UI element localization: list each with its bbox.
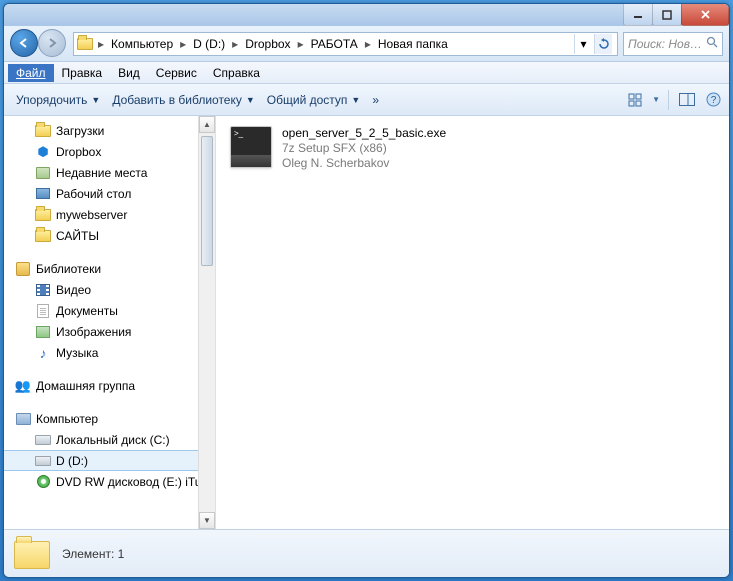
folder-icon — [77, 36, 93, 52]
tree-desktop[interactable]: Рабочий стол — [4, 183, 215, 204]
scroll-down-button[interactable]: ▼ — [199, 512, 215, 529]
share-button[interactable]: Общий доступ▼ — [261, 90, 367, 110]
chevron-right-icon[interactable]: ▸ — [229, 37, 241, 51]
explorer-window: ▸ Компьютер ▸ D (D:) ▸ Dropbox ▸ РАБОТА … — [3, 3, 730, 578]
search-icon — [706, 36, 718, 51]
preview-pane-button[interactable] — [677, 90, 697, 110]
forward-button[interactable] — [38, 29, 66, 57]
body-area: Загрузки ⬢Dropbox Недавние места Рабочий… — [4, 116, 729, 529]
chevron-right-icon[interactable]: ▸ — [177, 37, 189, 51]
tree-homegroup[interactable]: 👥Домашняя группа — [4, 375, 215, 396]
status-count: Элемент: 1 — [62, 547, 124, 561]
nav-buttons — [10, 29, 68, 59]
file-info: open_server_5_2_5_basic.exe 7z Setup SFX… — [282, 126, 446, 171]
crumb-newfolder[interactable]: Новая папка — [374, 33, 452, 55]
homegroup-icon: 👥 — [15, 378, 31, 394]
organize-button[interactable]: Упорядочить▼ — [10, 90, 106, 110]
tree-music[interactable]: ♪Музыка — [4, 342, 215, 363]
titlebar — [4, 4, 729, 26]
file-type: 7z Setup SFX (x86) — [282, 141, 446, 156]
tree-downloads[interactable]: Загрузки — [4, 120, 215, 141]
chevron-right-icon[interactable]: ▸ — [95, 37, 107, 51]
tree-recent[interactable]: Недавние места — [4, 162, 215, 183]
tree-documents[interactable]: Документы — [4, 300, 215, 321]
view-mode-button[interactable] — [626, 90, 646, 110]
status-bar: Элемент: 1 — [4, 529, 729, 577]
menu-bar: Файл Правка Вид Сервис Справка — [4, 62, 729, 84]
dropbox-icon: ⬢ — [37, 145, 48, 158]
tree-drive-d[interactable]: D (D:) — [4, 450, 215, 471]
file-list[interactable]: open_server_5_2_5_basic.exe 7z Setup SFX… — [216, 116, 729, 529]
close-button[interactable] — [681, 4, 729, 26]
scroll-thumb[interactable] — [201, 136, 213, 266]
scroll-up-button[interactable]: ▲ — [199, 116, 215, 133]
chevron-right-icon[interactable]: ▸ — [362, 37, 374, 51]
svg-text:?: ? — [710, 95, 716, 106]
search-input[interactable]: Поиск: Нов… — [623, 32, 723, 56]
crumb-rabota[interactable]: РАБОТА — [307, 33, 362, 55]
tree-dropbox[interactable]: ⬢Dropbox — [4, 141, 215, 162]
file-item[interactable]: open_server_5_2_5_basic.exe 7z Setup SFX… — [226, 122, 719, 175]
navigation-pane: Загрузки ⬢Dropbox Недавние места Рабочий… — [4, 116, 216, 529]
tree-video[interactable]: Видео — [4, 279, 215, 300]
nav-scrollbar[interactable]: ▲ ▼ — [198, 116, 215, 529]
file-name: open_server_5_2_5_basic.exe — [282, 126, 446, 141]
tree-sites[interactable]: САЙТЫ — [4, 225, 215, 246]
back-button[interactable] — [10, 29, 38, 57]
help-button[interactable]: ? — [703, 90, 723, 110]
executable-icon — [230, 126, 272, 168]
chevron-down-icon[interactable]: ▼ — [652, 95, 660, 104]
minimize-button[interactable] — [623, 4, 653, 26]
tree-dvd[interactable]: DVD RW дисковод (E:) iTutc — [4, 471, 215, 492]
menu-file[interactable]: Файл — [8, 64, 54, 82]
refresh-button[interactable] — [594, 34, 612, 54]
crumb-computer[interactable]: Компьютер — [107, 33, 177, 55]
crumb-dropbox[interactable]: Dropbox — [241, 33, 294, 55]
maximize-button[interactable] — [652, 4, 682, 26]
music-icon: ♪ — [40, 346, 47, 360]
tree-mywebserver[interactable]: mywebserver — [4, 204, 215, 225]
add-to-library-button[interactable]: Добавить в библиотеку▼ — [106, 90, 260, 110]
command-bar: Упорядочить▼ Добавить в библиотеку▼ Общи… — [4, 84, 729, 116]
address-dropdown-button[interactable]: ▾ — [574, 34, 592, 54]
folder-icon — [14, 535, 52, 573]
crumb-d[interactable]: D (D:) — [189, 33, 229, 55]
tree-libraries[interactable]: Библиотеки — [4, 258, 215, 279]
menu-tools[interactable]: Сервис — [148, 64, 205, 82]
chevron-right-icon[interactable]: ▸ — [295, 37, 307, 51]
search-placeholder: Поиск: Нов… — [628, 37, 702, 51]
nav-row: ▸ Компьютер ▸ D (D:) ▸ Dropbox ▸ РАБОТА … — [4, 26, 729, 62]
menu-edit[interactable]: Правка — [54, 64, 111, 82]
tree-computer[interactable]: Компьютер — [4, 408, 215, 429]
menu-help[interactable]: Справка — [205, 64, 268, 82]
overflow-button[interactable]: » — [366, 90, 385, 110]
file-author: Oleg N. Scherbakov — [282, 156, 446, 171]
address-bar[interactable]: ▸ Компьютер ▸ D (D:) ▸ Dropbox ▸ РАБОТА … — [73, 32, 618, 56]
tree-pictures[interactable]: Изображения — [4, 321, 215, 342]
tree-drive-c[interactable]: Локальный диск (C:) — [4, 429, 215, 450]
menu-view[interactable]: Вид — [110, 64, 148, 82]
